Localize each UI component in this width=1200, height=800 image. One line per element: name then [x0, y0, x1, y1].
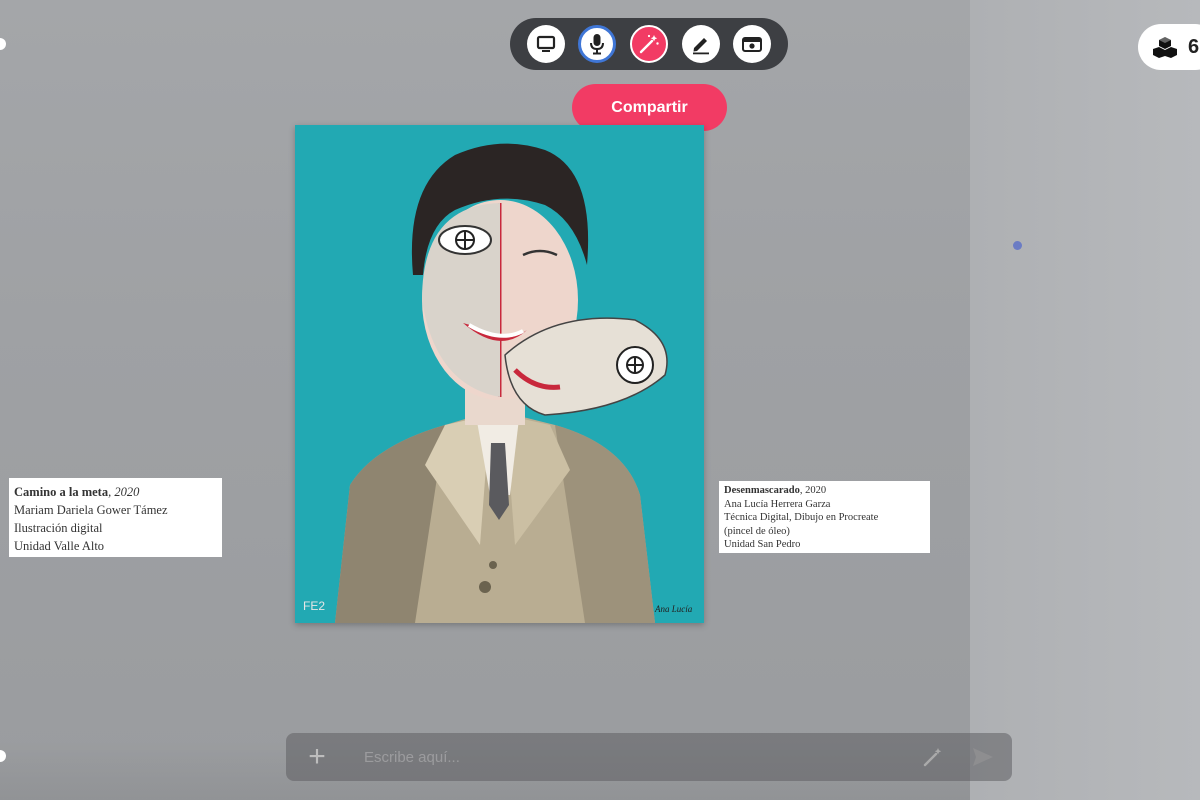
pencil-button[interactable]	[681, 25, 720, 63]
magic-wand-icon	[923, 748, 942, 767]
screen-icon	[536, 35, 555, 52]
magic-wand-icon	[639, 34, 659, 54]
plus-icon[interactable]: +	[300, 742, 334, 772]
artwork-label-right: Desenmascarado, 2020 Ana Lucía Herrera G…	[719, 481, 930, 553]
pointer-dot	[1013, 241, 1022, 250]
artwork-artist: Mariam Dariela Gower Támez	[14, 503, 168, 517]
microphone-icon	[590, 34, 605, 55]
toolbar	[510, 18, 788, 70]
screen-button[interactable]	[526, 25, 565, 63]
pencil-icon	[692, 38, 709, 55]
portrait-illustration: FE2 Ana Lucía	[295, 125, 704, 623]
artwork-title: Desenmascarado	[724, 485, 800, 496]
artwork-unit: Unidad San Pedro	[724, 539, 801, 550]
send-button[interactable]	[968, 746, 998, 768]
artwork-artist: Ana Lucía Herrera Garza	[724, 498, 831, 510]
svg-text:FE2: FE2	[303, 599, 325, 613]
camera-button[interactable]	[733, 25, 772, 63]
visitors-count: 6	[1188, 35, 1200, 58]
send-icon	[973, 748, 993, 766]
chat-magic-wand-button[interactable]	[918, 746, 948, 768]
chat-input[interactable]	[334, 740, 918, 774]
artwork-unit: Unidad Valle Alto	[14, 539, 105, 553]
camera-icon	[742, 37, 763, 52]
svg-text:Ana Lucía: Ana Lucía	[654, 604, 693, 614]
artwork-technique: Técnica Digital, Dibujo en Procreate	[724, 512, 879, 523]
share-button[interactable]: Compartir	[572, 84, 727, 131]
visitors-pill[interactable]: 6	[1138, 24, 1200, 70]
artwork-label-left: Camino a la meta, 2020 Mariam Dariela Go…	[9, 478, 222, 557]
microphone-button[interactable]	[578, 25, 617, 63]
artwork-technique: Ilustración digital	[14, 521, 103, 535]
cubes-icon	[1153, 37, 1177, 58]
magic-wand-button[interactable]	[629, 25, 668, 63]
gallery-side-wall	[970, 0, 1200, 800]
artwork-title: Camino a la meta	[14, 485, 109, 499]
chat-bar: +	[286, 733, 1012, 781]
artwork-year: , 2020	[108, 485, 140, 499]
artwork-image[interactable]: FE2 Ana Lucía	[295, 125, 704, 623]
artwork-year: , 2020	[799, 485, 827, 496]
artwork-technique-detail: (pincel de óleo)	[724, 525, 790, 537]
